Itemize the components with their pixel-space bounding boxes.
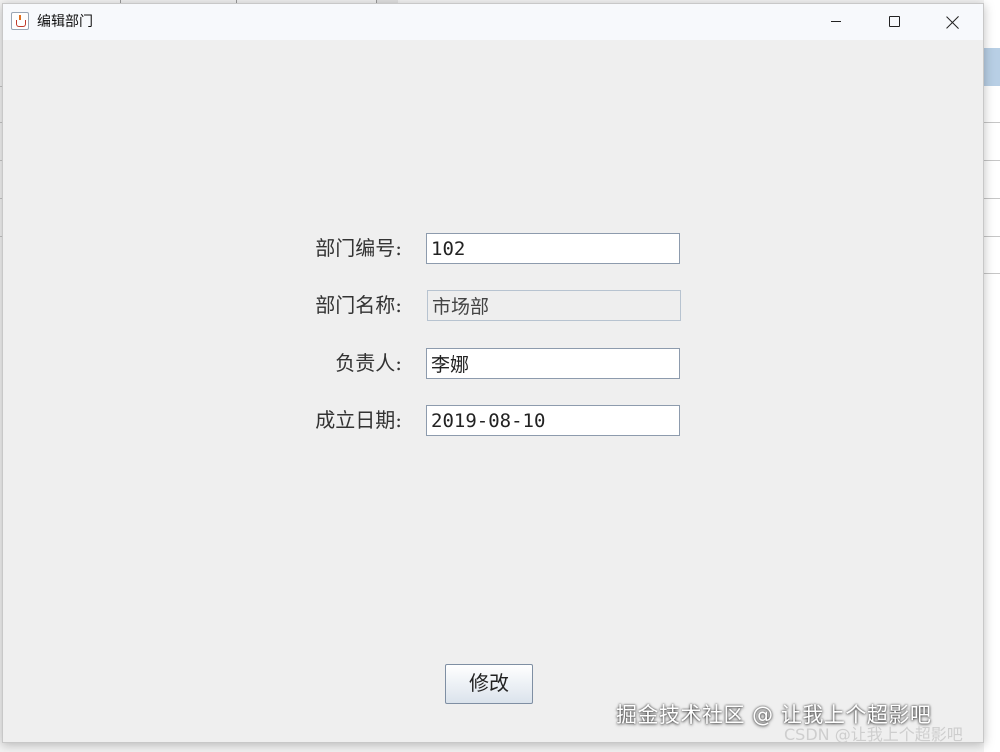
dept-name-label: 部门名称:: [315, 293, 402, 317]
maximize-icon: [889, 16, 900, 27]
java-app-icon: [11, 12, 29, 30]
maximize-button[interactable]: [865, 4, 923, 40]
background-row-divider: [984, 273, 1000, 274]
background-row-divider: [984, 198, 1000, 199]
background-row-divider: [984, 236, 1000, 237]
minimize-icon: [831, 21, 841, 22]
background-row-divider: [984, 160, 1000, 161]
minimize-button[interactable]: [807, 4, 865, 40]
founded-date-label: 成立日期:: [315, 408, 402, 432]
title-bar[interactable]: 编辑部门: [3, 4, 983, 40]
modify-button[interactable]: 修改: [445, 664, 533, 704]
manager-field[interactable]: [426, 348, 680, 379]
close-icon: [945, 12, 961, 32]
background-table-column: [984, 0, 1000, 752]
dept-name-field[interactable]: [427, 290, 681, 321]
founded-date-field[interactable]: [426, 405, 680, 436]
window-title: 编辑部门: [37, 14, 93, 30]
dept-id-field[interactable]: [426, 233, 680, 264]
dept-id-label: 部门编号:: [315, 236, 402, 260]
background-row-divider: [984, 122, 1000, 123]
manager-label: 负责人:: [335, 351, 402, 375]
background-selected-row: [984, 48, 1000, 86]
close-button[interactable]: [923, 4, 981, 40]
watermark-subtext: CSDN @让我上个超影吧: [784, 725, 963, 744]
